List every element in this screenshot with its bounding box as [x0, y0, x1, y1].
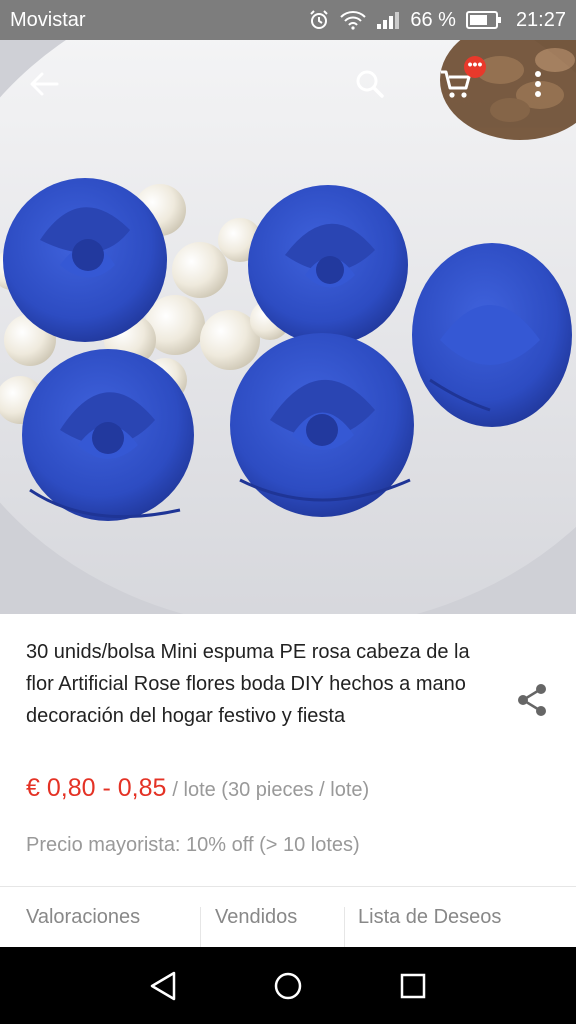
- search-icon: [356, 70, 384, 98]
- battery-percent: 66 %: [410, 8, 456, 31]
- nav-back-icon: [150, 971, 175, 1000]
- tab-lista-deseos[interactable]: Lista de Deseos: [345, 887, 575, 947]
- price-unit: / lote (30 pieces / lote): [172, 779, 370, 801]
- price-row: € 0,80 - 0,85 / lote (30 pieces / lote): [26, 774, 369, 803]
- tab-vendidos[interactable]: Vendidos: [201, 887, 344, 947]
- rose-bottom-center: [230, 333, 414, 517]
- product-tabs: Valoraciones Vendidos Lista de Deseos: [0, 887, 576, 947]
- back-arrow-icon: [30, 72, 59, 96]
- nav-back-button[interactable]: [139, 962, 187, 1010]
- status-bar: Movistar 66 % 21:27: [0, 0, 576, 40]
- wifi-icon: [340, 10, 367, 30]
- cart-badge: •••: [464, 56, 486, 78]
- cart-button[interactable]: •••: [432, 56, 486, 108]
- rose-top-left: [3, 178, 167, 342]
- product-title: 30 unids/bolsa Mini espuma PE rosa cabez…: [26, 641, 470, 727]
- system-nav-bar: [0, 947, 576, 1024]
- more-options-button[interactable]: [514, 60, 562, 108]
- rose-bud-right: [412, 243, 572, 427]
- status-icons: 66 % 21:27: [308, 9, 566, 32]
- search-button[interactable]: [346, 60, 394, 108]
- rose-bottom-left: [22, 349, 194, 521]
- back-button[interactable]: [20, 60, 68, 108]
- tab-valoraciones[interactable]: Valoraciones: [0, 887, 200, 947]
- nav-recents-button[interactable]: [389, 962, 437, 1010]
- battery-icon: [465, 11, 502, 29]
- nav-home-button[interactable]: [264, 962, 312, 1010]
- top-action-bar: •••: [0, 40, 576, 128]
- price: € 0,80 - 0,85: [26, 774, 167, 802]
- more-vert-icon: [535, 71, 541, 97]
- signal-icon: [376, 10, 400, 30]
- rose-top-center: [248, 185, 408, 345]
- wholesale-price: Precio mayorista: 10% off (> 10 lotes): [26, 834, 360, 856]
- alarm-icon: [308, 9, 330, 31]
- product-info: 30 unids/bolsa Mini espuma PE rosa cabez…: [0, 614, 576, 886]
- share-icon: [518, 684, 546, 716]
- nav-recents-icon: [401, 973, 426, 998]
- carrier-name: Movistar: [10, 8, 86, 31]
- nav-home-icon: [274, 972, 302, 999]
- clock: 21:27: [515, 8, 566, 31]
- share-button[interactable]: [508, 676, 556, 724]
